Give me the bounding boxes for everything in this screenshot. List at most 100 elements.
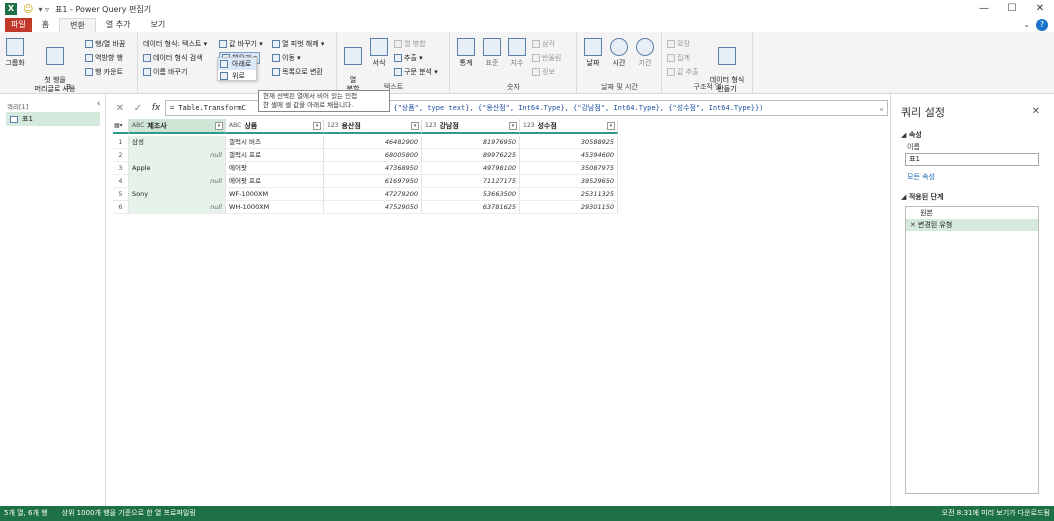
step-changed-type[interactable]: ✕ 변경된 유형 <box>906 219 1038 231</box>
status-profiling[interactable]: 상위 1000개 행을 기준으로 한 열 프로파일링 <box>62 506 196 521</box>
parse-button[interactable]: 구문 분석 ▾ <box>394 67 438 77</box>
tab-add-column[interactable]: 열 추가 <box>96 18 141 32</box>
fx-icon[interactable]: fx <box>147 103 165 113</box>
query-name-input[interactable]: 표1 <box>905 153 1039 166</box>
extract-button[interactable]: 추출 ▾ <box>394 53 423 63</box>
extract-values-button[interactable]: 값 추출 <box>667 67 699 77</box>
table-cell[interactable]: 39529650 <box>520 175 618 188</box>
column-header-seongsu[interactable]: 123 성수점 ▾ <box>520 119 618 134</box>
convert-to-list-button[interactable]: 목록으로 변환 <box>272 67 323 77</box>
trigonometry-button[interactable]: 삼각 <box>532 39 555 49</box>
table-cell[interactable]: null <box>129 201 226 214</box>
expand-button[interactable]: 확장 <box>667 39 690 49</box>
date-button[interactable]: 날짜 <box>582 38 604 68</box>
close-button[interactable]: ✕ <box>1026 0 1054 18</box>
table-cell[interactable]: 갤럭시 프로 <box>226 149 324 162</box>
table-cell[interactable]: 49798100 <box>422 162 520 175</box>
filter-icon[interactable]: ▾ <box>607 122 615 130</box>
filter-icon[interactable]: ▾ <box>509 122 517 130</box>
column-header-gangnam[interactable]: 123 강남점 ▾ <box>422 119 520 134</box>
table-cell[interactable]: WH-1000XM <box>226 201 324 214</box>
tab-transform[interactable]: 변환 <box>59 18 96 32</box>
rename-button[interactable]: 이름 바꾸기 <box>143 67 187 77</box>
number-type-icon[interactable]: 123 <box>523 122 534 129</box>
table-cell[interactable]: 46482900 <box>324 136 422 149</box>
table-cell[interactable]: 63781625 <box>422 201 520 214</box>
table-cell[interactable]: WF-1000XM <box>226 188 324 201</box>
table-cell[interactable]: 갤럭시 버즈 <box>226 136 324 149</box>
table-cell[interactable]: 47279200 <box>324 188 422 201</box>
maximize-button[interactable]: ☐ <box>998 0 1026 18</box>
table-cell[interactable]: Apple <box>129 162 226 175</box>
table-cell[interactable]: 53663500 <box>422 188 520 201</box>
statistics-button[interactable]: 통계 <box>455 38 477 68</box>
group-by-button[interactable]: 그룹화 <box>3 38 27 68</box>
cancel-icon[interactable]: ✕ <box>111 103 129 114</box>
column-header-maker[interactable]: ABC 제조사 ▾ <box>129 119 226 134</box>
count-rows-button[interactable]: 행 카운트 <box>85 67 123 77</box>
table-cell[interactable]: 29301150 <box>520 201 618 214</box>
table-cell[interactable]: 30588925 <box>520 136 618 149</box>
column-header-yongsan[interactable]: 123 용산점 ▾ <box>324 119 422 134</box>
table-cell[interactable]: 81976950 <box>422 136 520 149</box>
text-type-icon[interactable]: ABC <box>229 122 241 129</box>
number-type-icon[interactable]: 123 <box>425 122 436 129</box>
delete-step-icon[interactable]: ✕ <box>910 221 916 229</box>
aggregate-button[interactable]: 집계 <box>667 53 690 63</box>
format-button[interactable]: 서식 <box>368 38 390 68</box>
query-item[interactable]: 표1 <box>6 112 100 126</box>
table-cell[interactable]: 에어팟 <box>226 162 324 175</box>
expand-formula-icon[interactable]: ⌄ <box>879 101 884 115</box>
duration-button[interactable]: 기간 <box>634 38 656 68</box>
table-cell[interactable]: Sony <box>129 188 226 201</box>
properties-header[interactable]: ◢ 속성 <box>901 130 922 140</box>
quick-access-dropdown-icon[interactable]: ▾ ▿ <box>38 5 49 14</box>
table-cell[interactable]: null <box>129 149 226 162</box>
number-type-icon[interactable]: 123 <box>327 122 338 129</box>
table-cell[interactable]: 에어팟 프로 <box>226 175 324 188</box>
unpivot-button[interactable]: 열 피벗 해제 ▾ <box>272 39 324 49</box>
rounding-button[interactable]: 반올림 <box>532 53 561 63</box>
close-settings-icon[interactable]: ✕ <box>1032 106 1040 117</box>
merge-columns-button[interactable]: 열 병합 <box>394 39 426 49</box>
time-button[interactable]: 시간 <box>608 38 630 68</box>
text-type-icon[interactable]: ABC <box>132 122 144 129</box>
standard-button[interactable]: 표준 <box>481 38 503 68</box>
ribbon-collapse-icon[interactable]: ⌄ <box>1023 20 1030 29</box>
table-cell[interactable]: 45394600 <box>520 149 618 162</box>
replace-values-button[interactable]: 값 바꾸기 ▾ <box>219 39 263 49</box>
table-cell[interactable]: 35087975 <box>520 162 618 175</box>
table-menu-icon[interactable]: ▦▾ <box>113 119 129 134</box>
filter-icon[interactable]: ▾ <box>313 122 321 130</box>
tab-file[interactable]: 파일 <box>5 18 32 32</box>
transpose-button[interactable]: 행/열 바꿈 <box>85 39 125 49</box>
tab-view[interactable]: 보기 <box>140 18 175 32</box>
detect-type-button[interactable]: 데이터 형식 검색 <box>143 53 203 63</box>
information-button[interactable]: 정보 <box>532 67 555 77</box>
fill-down-option[interactable]: 아래로 <box>218 58 256 70</box>
minimize-button[interactable]: — <box>970 0 998 18</box>
table-cell[interactable]: 71127175 <box>422 175 520 188</box>
table-cell[interactable]: 47529050 <box>324 201 422 214</box>
column-header-product[interactable]: ABC 상품 ▾ <box>226 119 324 134</box>
table-cell[interactable]: 삼성 <box>129 136 226 149</box>
commit-icon[interactable]: ✓ <box>129 103 147 114</box>
filter-icon[interactable]: ▾ <box>215 122 223 130</box>
reverse-rows-button[interactable]: 역방향 행 <box>85 53 123 63</box>
applied-steps-header[interactable]: ◢ 적용된 단계 <box>901 192 943 202</box>
fill-up-option[interactable]: 위로 <box>218 70 256 82</box>
data-type-dropdown[interactable]: 데이터 형식: 텍스트 ▾ <box>143 39 207 49</box>
all-properties-link[interactable]: 모든 속성 <box>907 172 935 182</box>
help-icon[interactable]: ? <box>1036 19 1048 31</box>
scientific-button[interactable]: 지수 <box>506 38 528 68</box>
filter-icon[interactable]: ▾ <box>411 122 419 130</box>
collapse-pane-icon[interactable]: ‹ <box>97 99 101 109</box>
table-cell[interactable]: null <box>129 175 226 188</box>
table-cell[interactable]: 68005800 <box>324 149 422 162</box>
table-cell[interactable]: 89976225 <box>422 149 520 162</box>
move-button[interactable]: 이동 ▾ <box>272 53 301 63</box>
table-cell[interactable]: 61697950 <box>324 175 422 188</box>
table-cell[interactable]: 47368950 <box>324 162 422 175</box>
smiley-icon[interactable]: ☺ <box>23 4 33 15</box>
table-cell[interactable]: 25311325 <box>520 188 618 201</box>
